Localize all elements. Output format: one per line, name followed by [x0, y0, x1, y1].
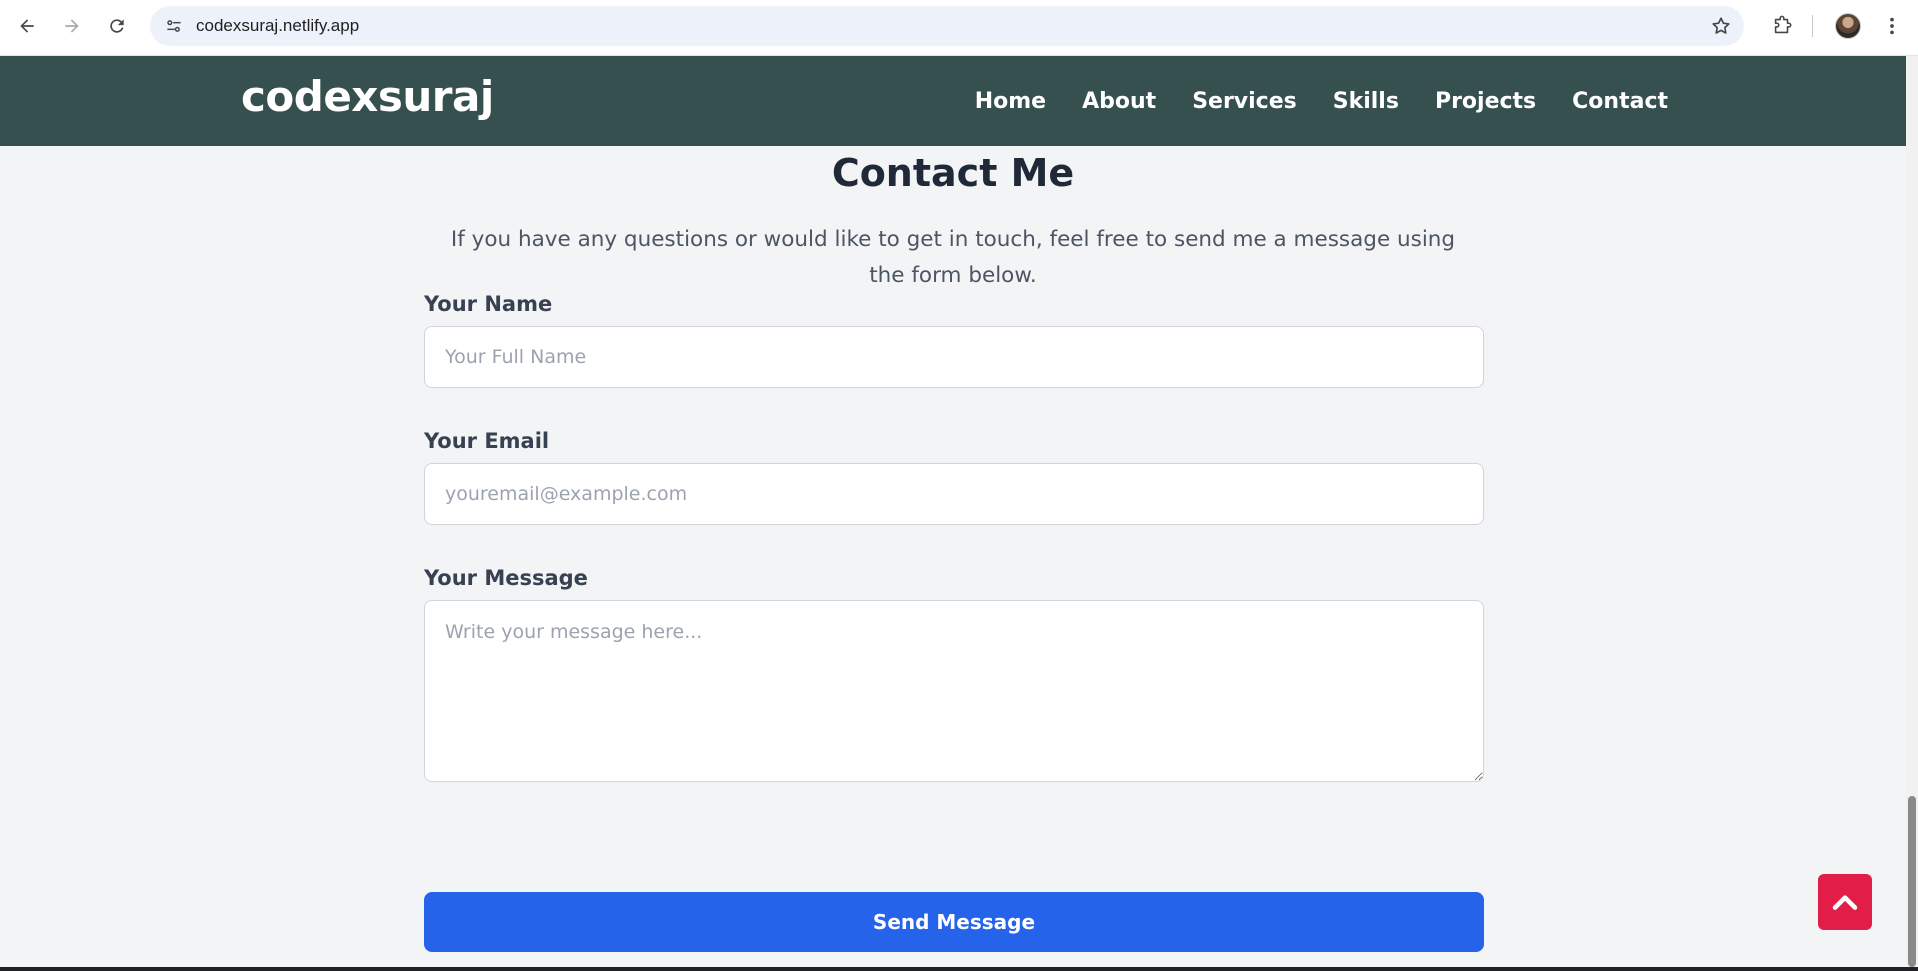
bookmark-star-icon[interactable]	[1710, 15, 1732, 37]
nav-projects[interactable]: Projects	[1435, 89, 1536, 114]
site-logo[interactable]: codexsuraj	[241, 72, 494, 121]
address-bar[interactable]: codexsuraj.netlify.app	[150, 6, 1744, 46]
scrollbar-thumb[interactable]	[1908, 796, 1916, 967]
message-textarea[interactable]	[424, 600, 1484, 782]
more-menu-icon[interactable]	[1878, 10, 1906, 42]
section-title: Contact Me	[831, 151, 1075, 195]
name-label: Your Name	[424, 292, 553, 316]
extensions-icon[interactable]	[1766, 10, 1798, 42]
nav-services[interactable]: Services	[1192, 89, 1297, 114]
nav-contact[interactable]: Contact	[1572, 89, 1668, 114]
nav-skills[interactable]: Skills	[1333, 89, 1399, 114]
section-subtitle: If you have any questions or would like …	[450, 227, 1456, 288]
profile-avatar[interactable]	[1832, 10, 1864, 42]
back-to-top-button[interactable]	[1818, 874, 1872, 930]
send-message-button[interactable]: Send Message	[424, 892, 1484, 952]
reload-icon[interactable]	[103, 12, 131, 40]
back-icon[interactable]	[13, 12, 41, 40]
name-input[interactable]	[424, 326, 1484, 388]
page-scrollbar[interactable]	[1906, 56, 1918, 967]
main-nav: Home About Services Skills Projects Cont…	[975, 56, 1668, 146]
browser-toolbar: codexsuraj.netlify.app	[0, 0, 1918, 56]
nav-about[interactable]: About	[1082, 89, 1156, 114]
window-bottom-edge	[0, 967, 1918, 971]
message-label: Your Message	[424, 566, 588, 590]
site-header: codexsuraj Home About Services Skills Pr…	[0, 56, 1906, 146]
url-text[interactable]: codexsuraj.netlify.app	[196, 6, 359, 46]
forward-icon[interactable]	[58, 12, 86, 40]
toolbar-divider	[1812, 15, 1813, 37]
chevron-up-icon	[1832, 895, 1858, 910]
email-label: Your Email	[424, 429, 550, 453]
email-input[interactable]	[424, 463, 1484, 525]
nav-home[interactable]: Home	[975, 89, 1046, 114]
page-viewport: codexsuraj Home About Services Skills Pr…	[0, 56, 1906, 967]
site-info-icon[interactable]	[164, 16, 184, 36]
